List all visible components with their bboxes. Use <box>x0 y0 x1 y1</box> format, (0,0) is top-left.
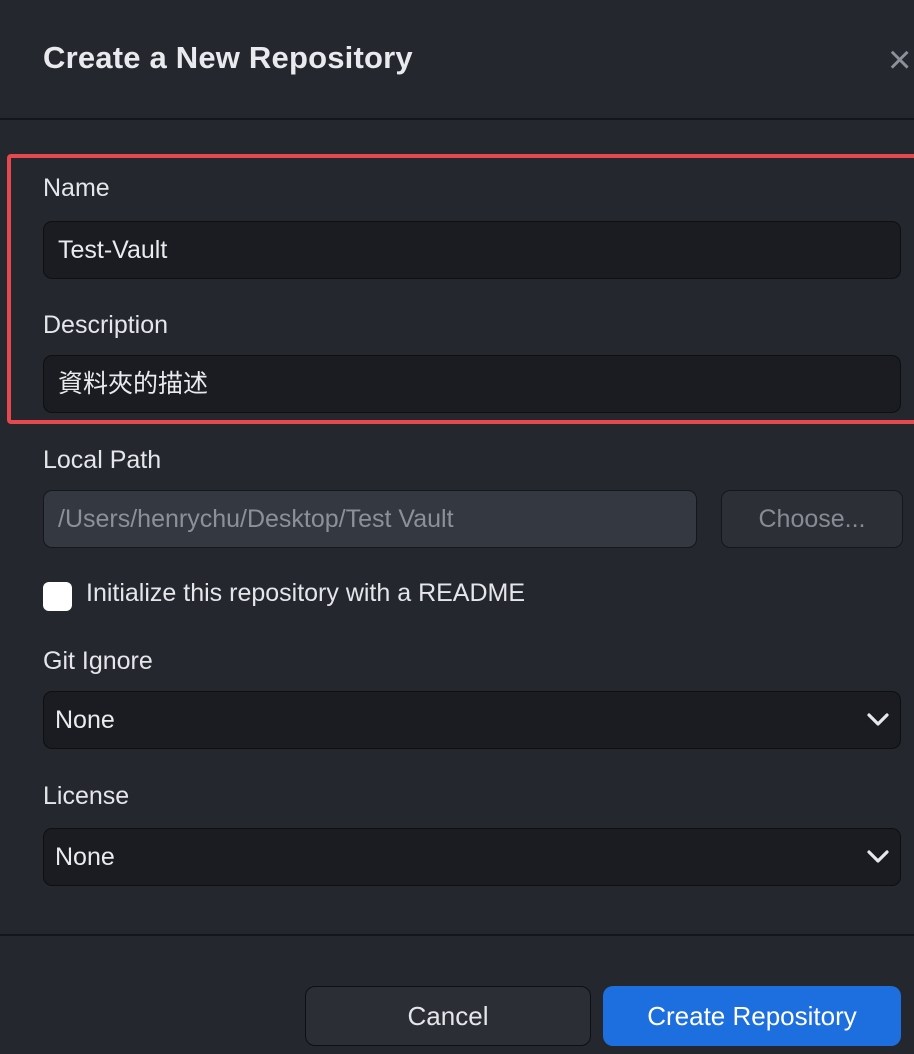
name-input[interactable]: Test-Vault <box>43 221 901 279</box>
chevron-down-icon <box>867 713 889 726</box>
git-ignore-value: None <box>55 706 115 734</box>
license-select[interactable]: None <box>43 828 901 886</box>
choose-button[interactable]: Choose... <box>721 490 903 548</box>
local-path-label: Local Path <box>43 446 162 474</box>
readme-checkbox-label[interactable]: Initialize this repository with a README <box>86 579 525 608</box>
dialog-header: Create a New Repository × <box>0 0 914 120</box>
license-value: None <box>55 843 115 871</box>
git-ignore-label: Git Ignore <box>43 647 153 675</box>
name-label: Name <box>43 174 110 202</box>
license-label: License <box>43 782 130 810</box>
git-ignore-select[interactable]: None <box>43 691 901 749</box>
description-input[interactable]: 資料夾的描述 <box>43 355 901 413</box>
description-label: Description <box>43 311 169 339</box>
cancel-button[interactable]: Cancel <box>305 986 591 1046</box>
local-path-input[interactable]: /Users/henrychu/Desktop/Test Vault <box>43 490 697 548</box>
create-repository-dialog: Create a New Repository × Name Test-Vaul… <box>0 0 914 1052</box>
close-icon[interactable]: × <box>888 38 914 82</box>
chevron-down-icon <box>867 850 889 863</box>
readme-checkbox[interactable] <box>43 582 72 611</box>
create-repository-button[interactable]: Create Repository <box>603 986 901 1046</box>
dialog-title: Create a New Repository <box>43 40 413 75</box>
